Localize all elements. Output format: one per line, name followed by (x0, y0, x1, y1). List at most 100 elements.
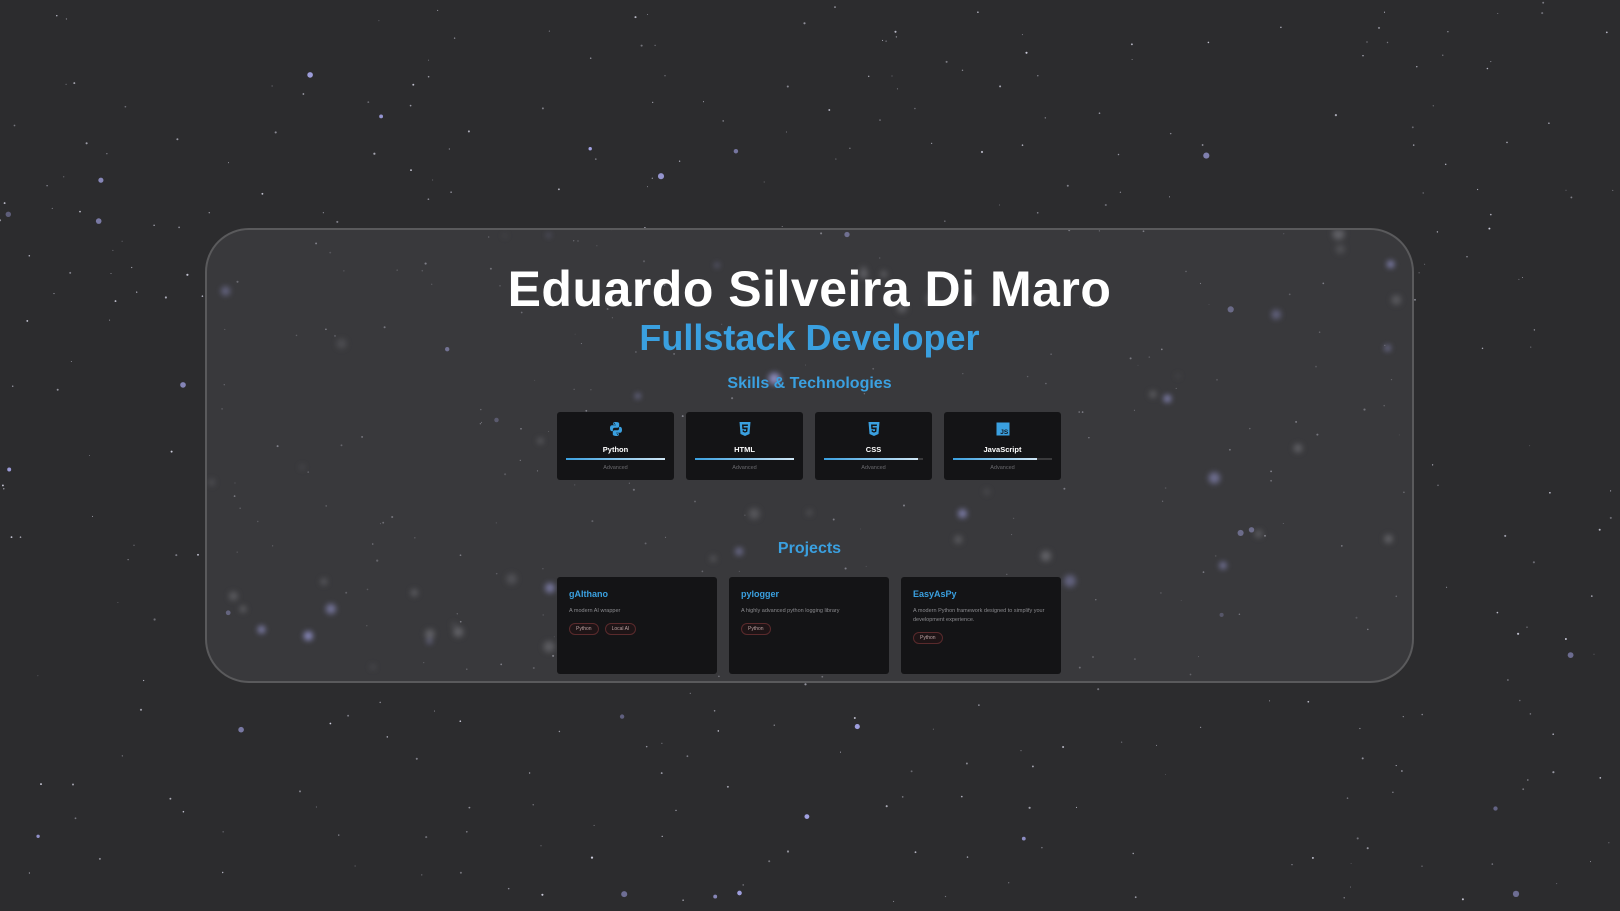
star (647, 186, 648, 188)
star (1612, 189, 1614, 191)
javascript-icon: JS (944, 421, 1061, 437)
star (1593, 653, 1595, 655)
star (1392, 791, 1394, 793)
star (882, 39, 884, 41)
star (1008, 882, 1010, 884)
star (803, 22, 806, 25)
skills-grid: Python Advanced HTML Advanced CSS Advanc… (557, 412, 1061, 480)
star (713, 710, 716, 712)
project-card-pylogger[interactable]: pylogger A highly advanced python loggin… (729, 577, 889, 674)
star (1610, 490, 1612, 492)
star (315, 806, 317, 808)
star (1134, 896, 1137, 899)
project-name: gAIthano (569, 589, 608, 599)
star (1461, 898, 1464, 901)
project-description: A highly advanced python logging library (741, 608, 840, 614)
star (891, 75, 893, 77)
star (1533, 329, 1536, 331)
star (1414, 298, 1416, 301)
profile-panel: Eduardo Silveira Di Maro Fullstack Devel… (205, 228, 1414, 683)
star (640, 44, 643, 47)
project-card-easyaspy[interactable]: EasyAsPy A modern Python framework desig… (901, 577, 1061, 674)
star (65, 18, 67, 20)
star (786, 85, 789, 88)
star (1350, 862, 1352, 864)
star (347, 714, 350, 717)
star (977, 11, 979, 13)
star (468, 806, 471, 809)
star (661, 742, 663, 744)
star (1132, 852, 1134, 855)
star (682, 899, 684, 901)
project-card-gaithano[interactable]: gAIthano A modern AI wrapper Python Loca… (557, 577, 717, 674)
star (786, 850, 790, 853)
star (1541, 12, 1544, 15)
star (98, 857, 101, 860)
star (1589, 861, 1592, 863)
star (1491, 863, 1494, 865)
star (558, 730, 561, 733)
star (373, 152, 376, 155)
star (307, 72, 313, 78)
star (1431, 464, 1434, 466)
skill-progress-bar (695, 458, 794, 460)
star (1466, 255, 1468, 258)
star (773, 724, 776, 726)
star (367, 101, 370, 104)
star (261, 192, 264, 195)
skill-card-html[interactable]: HTML Advanced (686, 412, 803, 480)
star (379, 114, 384, 119)
tag: Python (569, 623, 599, 635)
star (901, 796, 904, 798)
star (894, 30, 897, 33)
skill-card-python[interactable]: Python Advanced (557, 412, 674, 480)
star (1411, 126, 1414, 129)
star (79, 210, 81, 213)
star (28, 254, 31, 257)
skill-progress-fill (566, 458, 665, 460)
star (329, 722, 332, 725)
skill-card-javascript[interactable]: JS JavaScript Advanced (944, 412, 1061, 480)
star (450, 191, 452, 193)
star (1066, 184, 1069, 187)
star (1028, 806, 1031, 809)
star (1519, 699, 1521, 702)
star (1489, 213, 1492, 216)
skill-name: HTML (734, 445, 755, 454)
star (834, 6, 836, 8)
star (338, 834, 340, 836)
star (1366, 41, 1368, 43)
star (651, 177, 653, 179)
star (726, 785, 729, 788)
star (722, 120, 725, 122)
star (1522, 277, 1523, 279)
star (966, 856, 969, 858)
star (1517, 632, 1520, 635)
star (980, 150, 984, 154)
star (548, 30, 550, 32)
star (1486, 67, 1489, 70)
star (421, 874, 423, 876)
star (1477, 188, 1479, 191)
tag: Local AI (604, 623, 637, 635)
star (70, 360, 72, 362)
star (742, 884, 744, 886)
project-name: pylogger (741, 589, 780, 599)
star (854, 724, 860, 730)
star (664, 74, 666, 77)
skill-card-css[interactable]: CSS Advanced (815, 412, 932, 480)
star (634, 16, 637, 19)
star (73, 82, 76, 85)
star (1104, 203, 1107, 207)
star (110, 272, 112, 275)
star (354, 865, 356, 867)
star (895, 36, 898, 38)
star (1021, 836, 1026, 841)
star (1507, 679, 1509, 681)
star (3, 202, 6, 205)
projects-heading: Projects (777, 540, 842, 557)
star (1421, 713, 1423, 716)
star (142, 679, 145, 682)
star (804, 683, 807, 686)
star (53, 293, 55, 295)
